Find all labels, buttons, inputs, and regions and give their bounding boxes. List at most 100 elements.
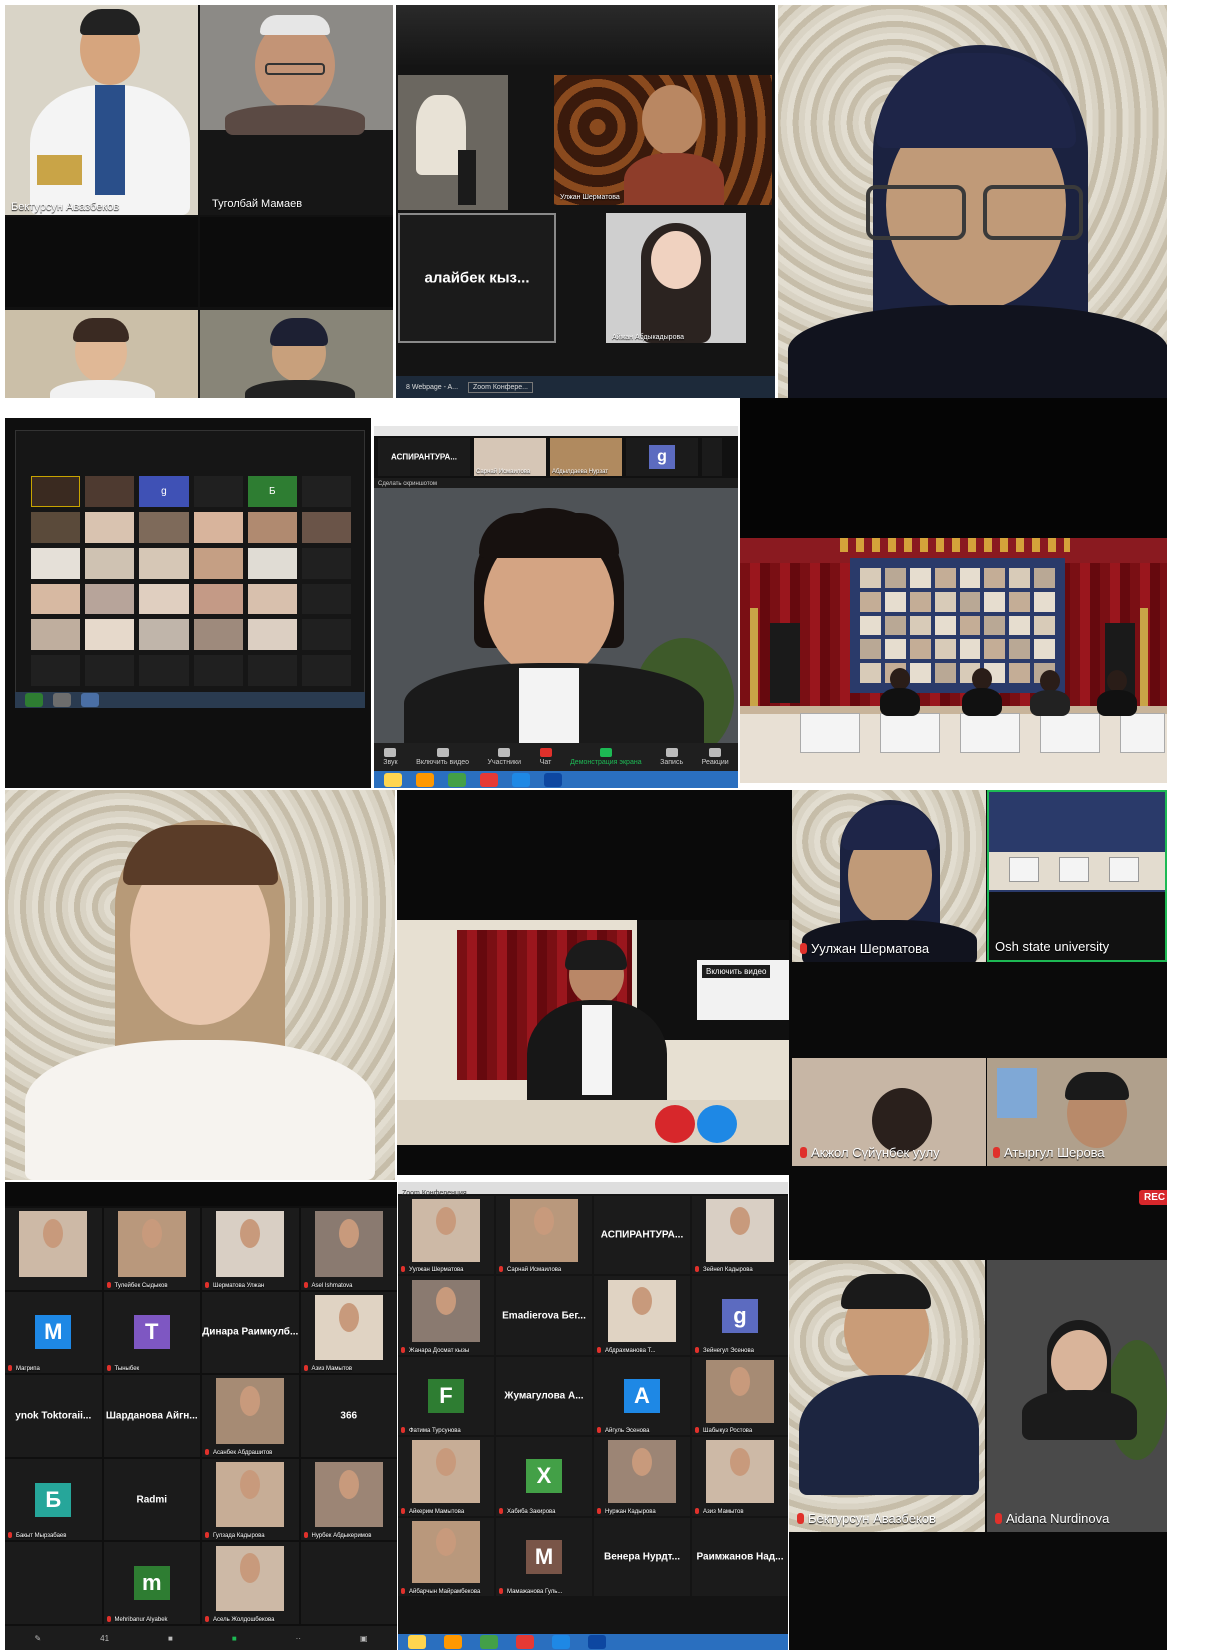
meeting-toolbar: Звук Включить видео Участники Чат Демонс… (374, 743, 738, 771)
mic-icon[interactable]: ✎ (34, 1634, 41, 1643)
share-screen-button[interactable]: Демонстрация экрана (570, 748, 642, 766)
gallery-tile[interactable]: Азиз Мамытов (300, 1291, 397, 1374)
video-tile-name-only[interactable]: алайбек кыз... (398, 213, 556, 343)
gallery-tile[interactable]: Emadierova Бег... (496, 1276, 592, 1355)
gallery-tile[interactable]: Нуржан Кадырова (594, 1437, 690, 1516)
video-tile-student[interactable] (5, 310, 198, 398)
video-tile-aidana[interactable]: Aidana Nurdinova (987, 1260, 1167, 1532)
gallery-tile[interactable]: Венера Нурдт... (594, 1517, 690, 1596)
video-tile-uulzhan[interactable]: Уулжан Шерматова (792, 790, 986, 962)
gallery-tile[interactable]: Шабыкуз Ростова (692, 1356, 788, 1436)
gallery-tile[interactable]: Шарданова Айгн... (103, 1375, 200, 1457)
gallery-tile[interactable]: Раимжанов Над... (692, 1517, 788, 1596)
video-tile-statue[interactable] (398, 75, 508, 210)
video-tile-akzhol[interactable]: Акжол Сүйүнбек уулу (792, 1058, 986, 1166)
video-tile-teacher[interactable] (200, 310, 393, 398)
gallery-tile[interactable]: A Айгуль Эсенова (594, 1356, 690, 1436)
video-button[interactable]: Включить видео (416, 748, 469, 766)
video-tile-bektursun[interactable]: Бектурсун Авазбеков (5, 5, 198, 215)
participant-name: Айгуль Эсенова (597, 1427, 649, 1434)
mic-muted-icon (303, 1281, 308, 1288)
gallery-tile[interactable]: Asel Ishmatova (300, 1208, 397, 1290)
taskbar-item[interactable]: 8 Webpage - A... (406, 384, 458, 391)
gallery-tile[interactable]: T Тыныбек (103, 1291, 200, 1374)
view-icon[interactable]: ▣ (360, 1634, 368, 1643)
thumbnail-tile[interactable]: Абдылдаева Нурзат (550, 438, 622, 476)
name-tile-text: Radmi (136, 1494, 168, 1506)
participant-name: Азиз Мамытов (695, 1507, 744, 1515)
share-screen-icon[interactable]: ■ (232, 1634, 237, 1643)
reactions-button[interactable]: Реакции (702, 748, 729, 766)
gallery-tile[interactable]: F Фатима Турсунова (398, 1356, 494, 1436)
gallery-tile[interactable]: m Mehribanur Alyabek (103, 1542, 200, 1624)
participant-name: Тулейбек Сыдыков (106, 1281, 168, 1289)
thumbnail-tile[interactable] (702, 438, 722, 476)
record-button[interactable]: Запись (660, 748, 683, 766)
gallery-tile[interactable]: M Магрипа (5, 1291, 102, 1374)
mic-muted-icon (106, 1365, 111, 1372)
thumbnail-tile[interactable]: АСПИРАНТУРА... (378, 438, 470, 476)
gallery-tile[interactable]: 366 (300, 1375, 397, 1457)
mic-muted-icon (597, 1507, 601, 1514)
chat-button[interactable]: Чат (539, 748, 552, 766)
video-tile-osh-state-university[interactable]: Osh state university (987, 790, 1167, 962)
participants-count[interactable]: 41 (100, 1634, 109, 1643)
gallery-tile[interactable]: Асель Жолдошбекова (202, 1542, 299, 1624)
thumbnail-tile[interactable]: Сарнай Исмаилова (474, 438, 546, 476)
more-icon[interactable]: ·· (296, 1634, 301, 1643)
gallery-tile[interactable]: Азиз Мамытов (692, 1437, 788, 1516)
windows-taskbar (15, 692, 365, 708)
mic-muted-icon (401, 1346, 405, 1353)
gallery-tile[interactable]: Жумагулова А... (496, 1356, 592, 1436)
gallery-tile[interactable]: АСПИРАНТУРА... (594, 1196, 690, 1275)
gallery-tile[interactable]: Radmi (103, 1458, 200, 1541)
gallery-tile[interactable]: Динара Раимкулб... (202, 1291, 299, 1374)
participant-video (19, 1211, 88, 1277)
video-tile-young-woman[interactable]: Айжан Абдыкадырова (606, 213, 746, 343)
video-tile-woman-flowers[interactable]: Улжан Шерматова (554, 75, 772, 205)
participant-video (25, 5, 190, 215)
gallery-tile[interactable]: Абдрахманова Т... (594, 1276, 690, 1355)
mic-muted-icon (8, 1365, 12, 1372)
gallery-tile[interactable]: Сарнай Исмаилова (496, 1196, 592, 1275)
participant-name: Атыргул Шерова (993, 1145, 1105, 1160)
gallery-tile[interactable]: Б Бакыт Мырзабаев (5, 1458, 102, 1541)
gallery-tile[interactable]: Шерматова Улжан (202, 1208, 299, 1290)
participant-name: Асанбек Абдрашитов (205, 1448, 272, 1456)
avatar: T (133, 1315, 170, 1350)
gallery-tile[interactable]: g Зейнегул Эсенова (692, 1276, 788, 1355)
gallery-tile[interactable]: M Мамажанова Гуль... (496, 1517, 592, 1596)
gallery-tile[interactable]: Айбарчын Майрамбекова (398, 1517, 494, 1596)
gallery-tile[interactable] (5, 1208, 102, 1290)
video-caption: Включить видео (702, 965, 771, 978)
active-speaker-video[interactable]: Включить видео (397, 920, 789, 1145)
participant-photo-hijab (778, 5, 1167, 398)
gallery-tile[interactable]: Зейнеп Кадырова (692, 1196, 788, 1275)
participants-button[interactable]: Участники (488, 748, 521, 766)
video-tile-bektursun-2[interactable]: Бектурсун Авазбеков (789, 1260, 985, 1532)
gallery-tile[interactable]: X Хабиба Закирова (496, 1437, 592, 1516)
video-tile-atyrgul[interactable]: Атыргул Шерова (987, 1058, 1167, 1166)
gallery-tile[interactable]: Уулжан Шерматова (398, 1196, 494, 1275)
gallery-grid: Уулжан Шерматова Сарнай Исмаилова АСПИРАНТ… (398, 1196, 788, 1596)
gallery-tile[interactable]: Жанара Досмат кызы (398, 1276, 494, 1355)
gallery-tile[interactable]: Асанбек Абдрашитов (202, 1375, 299, 1457)
gallery-tile (5, 1542, 102, 1624)
thumbnail-tile[interactable]: g (626, 438, 698, 476)
gallery-tile[interactable]: ynok Toktoraii... (5, 1375, 102, 1457)
gallery-tile[interactable]: Нурбек Абдыкеримов (300, 1458, 397, 1541)
gallery-tile[interactable]: Гулзада Кадырова (202, 1458, 299, 1541)
chat-icon[interactable]: ■ (168, 1634, 173, 1643)
video-tile-empty (200, 217, 393, 307)
taskbar-item[interactable]: Zoom Конфере... (468, 381, 533, 393)
windows-taskbar: 8 Webpage - A... Zoom Конфере... (396, 376, 775, 398)
gallery-tile[interactable]: Тулейбек Сыдыков (103, 1208, 200, 1290)
gallery-tile[interactable]: Айкерим Мамытова (398, 1437, 494, 1516)
gallery-tile (300, 1542, 397, 1624)
audio-button[interactable]: Звук (383, 748, 398, 766)
participant-name: Зейнеп Кадырова (695, 1266, 753, 1273)
video-tile-tugolbai[interactable]: Туголбай Мамаев (200, 5, 393, 215)
mic-muted-icon (499, 1588, 503, 1594)
active-speaker-video[interactable] (374, 488, 738, 743)
participant-name: Асель Жолдошбекова (205, 1615, 274, 1623)
